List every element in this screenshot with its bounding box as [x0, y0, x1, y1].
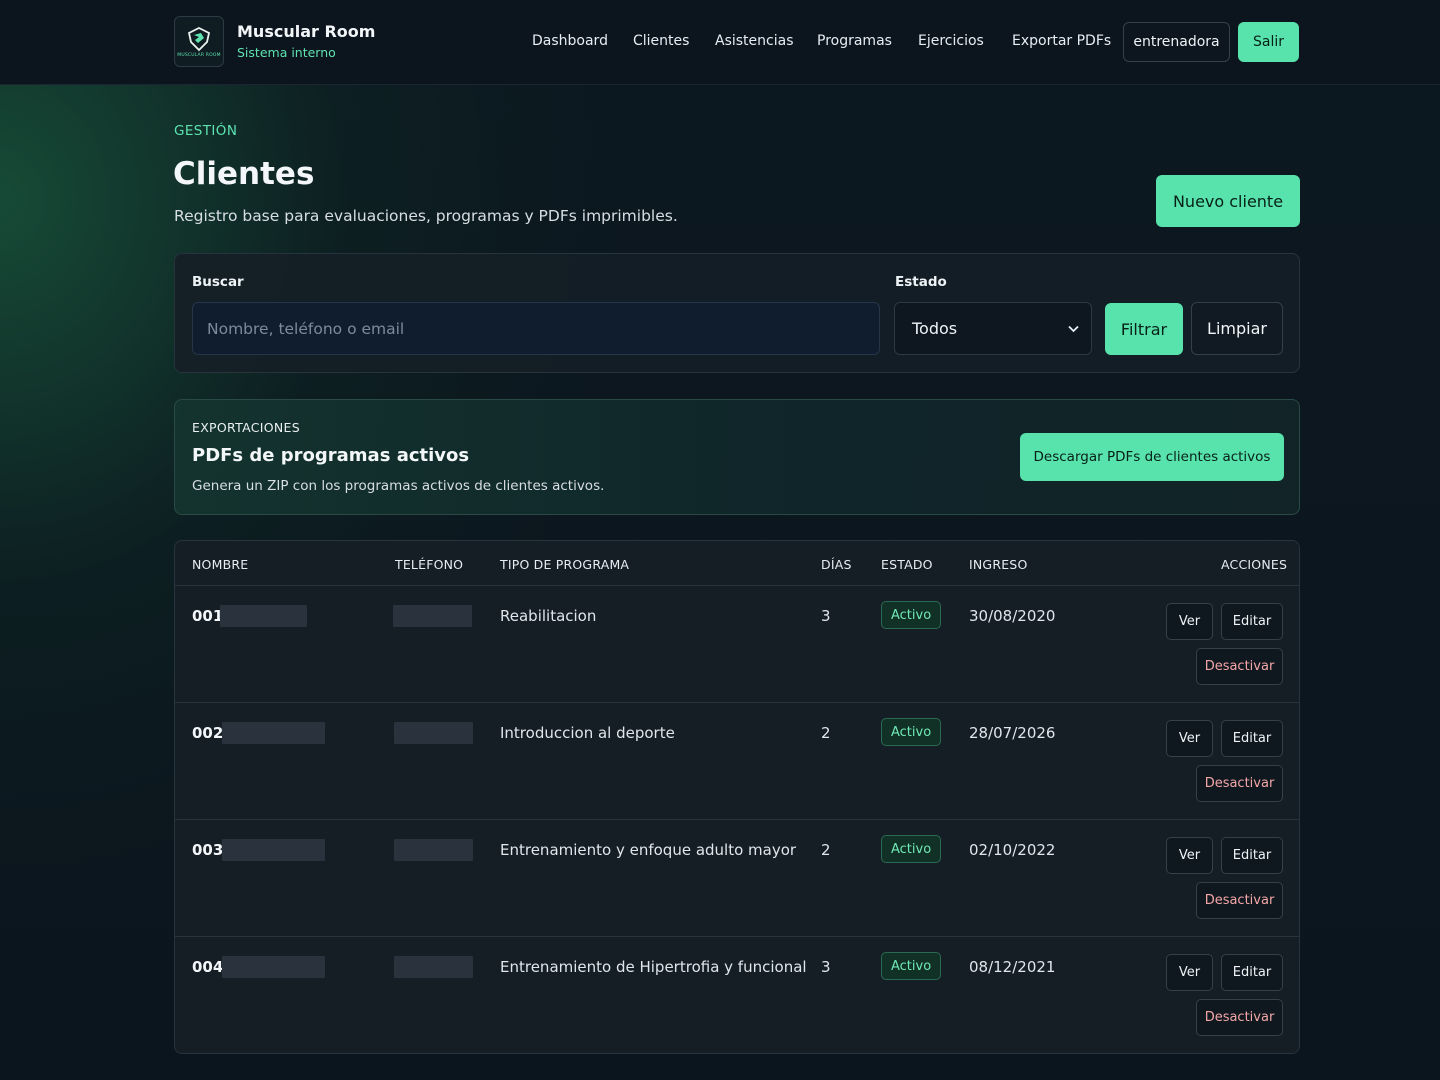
status-select-value: Todos: [912, 319, 958, 338]
export-card: EXPORTACIONES PDFs de programas activos …: [174, 399, 1300, 515]
page-title: Clientes: [173, 156, 315, 192]
export-eyebrow: EXPORTACIONES: [192, 420, 300, 435]
days: 3: [821, 607, 831, 625]
clear-button[interactable]: Limpiar: [1191, 302, 1283, 355]
status-label: Estado: [895, 274, 947, 290]
edit-button[interactable]: Editar: [1221, 837, 1283, 874]
top-navigation-bar: MUSCULAR ROOM Muscular Room Sistema inte…: [0, 0, 1440, 85]
download-pdfs-button[interactable]: Descargar PDFs de clientes activos: [1020, 433, 1284, 481]
clients-table: NOMBRE TELÉFONO TIPO DE PROGRAMA DÍAS ES…: [174, 540, 1300, 1054]
filter-button[interactable]: Filtrar: [1105, 303, 1183, 355]
filter-card: Buscar Nombre, teléfono o email Estado T…: [174, 253, 1300, 373]
status-badge: Activo: [881, 952, 942, 980]
client-id: 003: [192, 841, 224, 859]
redacted-name: [222, 956, 325, 978]
edit-button[interactable]: Editar: [1221, 954, 1283, 991]
search-label: Buscar: [192, 274, 244, 290]
th-estado: ESTADO: [881, 557, 933, 572]
client-id: 004: [192, 958, 224, 976]
redacted-phone: [393, 605, 472, 627]
redacted-name: [222, 722, 325, 744]
deactivate-button[interactable]: Desactivar: [1196, 999, 1283, 1036]
redacted-phone: [394, 956, 473, 978]
logout-button[interactable]: Salir: [1238, 22, 1299, 62]
th-ingreso: INGRESO: [969, 557, 1028, 572]
redacted-name: [220, 605, 307, 627]
nav-link-asistencias[interactable]: Asistencias: [715, 33, 794, 49]
deactivate-button[interactable]: Desactivar: [1196, 765, 1283, 802]
program-type: Reabilitacion: [500, 607, 597, 625]
table-row: 002 Introduccion al deporte 2 Activo 28/…: [175, 703, 1299, 820]
th-dias: DÍAS: [821, 557, 852, 572]
program-type: Introduccion al deporte: [500, 724, 675, 742]
deactivate-button[interactable]: Desactivar: [1196, 648, 1283, 685]
nav-link-dashboard[interactable]: Dashboard: [532, 33, 608, 49]
edit-button[interactable]: Editar: [1221, 603, 1283, 640]
nav-link-programas[interactable]: Programas: [817, 33, 892, 49]
th-acciones: ACCIONES: [1221, 557, 1288, 572]
user-button[interactable]: entrenadora: [1123, 22, 1230, 62]
join-date: 02/10/2022: [969, 841, 1056, 859]
table-row: 004 Entrenamiento de Hipertrofia y funci…: [175, 937, 1299, 1054]
main-content: GESTIÓN Clientes Registro base para eval…: [0, 0, 1440, 1080]
status-badge: Activo: [881, 835, 942, 863]
table-row: 001 Reabilitacion 3 Activo 30/08/2020 Ve…: [175, 586, 1299, 703]
program-type: Entrenamiento de Hipertrofia y funcional: [500, 958, 807, 976]
nav-link-ejercicios[interactable]: Ejercicios: [918, 33, 984, 49]
page-description: Registro base para evaluaciones, program…: [174, 207, 678, 225]
nav-link-exportar-pdfs[interactable]: Exportar PDFs: [1012, 33, 1111, 49]
days: 2: [821, 724, 831, 742]
status-badge: Activo: [881, 718, 942, 746]
edit-button[interactable]: Editar: [1221, 720, 1283, 757]
redacted-phone: [394, 722, 473, 744]
th-telefono: TELÉFONO: [395, 557, 464, 572]
export-description: Genera un ZIP con los programas activos …: [192, 478, 605, 494]
client-id: 001: [192, 607, 224, 625]
status-select[interactable]: Todos: [894, 302, 1092, 355]
join-date: 28/07/2026: [969, 724, 1056, 742]
days: 3: [821, 958, 831, 976]
chevron-down-icon: [1068, 325, 1079, 333]
program-type: Entrenamiento y enfoque adulto mayor: [500, 841, 797, 859]
new-client-button[interactable]: Nuevo cliente: [1156, 175, 1300, 227]
view-button[interactable]: Ver: [1166, 720, 1213, 757]
client-id: 002: [192, 724, 224, 742]
main-nav: Dashboard Clientes Asistencias Programas…: [0, 22, 1440, 62]
deactivate-button[interactable]: Desactivar: [1196, 882, 1283, 919]
export-title: PDFs de programas activos: [192, 445, 470, 466]
section-eyebrow: GESTIÓN: [174, 123, 238, 139]
join-date: 30/08/2020: [969, 607, 1056, 625]
th-tipo-programa: TIPO DE PROGRAMA: [500, 557, 630, 572]
view-button[interactable]: Ver: [1166, 837, 1213, 874]
th-nombre: NOMBRE: [192, 557, 249, 572]
status-badge: Activo: [881, 601, 942, 629]
redacted-name: [222, 839, 325, 861]
join-date: 08/12/2021: [969, 958, 1056, 976]
view-button[interactable]: Ver: [1166, 954, 1213, 991]
search-placeholder: Nombre, teléfono o email: [207, 319, 405, 338]
search-input[interactable]: Nombre, teléfono o email: [192, 302, 880, 355]
redacted-phone: [394, 839, 473, 861]
table-row: 003 Entrenamiento y enfoque adulto mayor…: [175, 820, 1299, 937]
days: 2: [821, 841, 831, 859]
view-button[interactable]: Ver: [1166, 603, 1213, 640]
table-header: NOMBRE TELÉFONO TIPO DE PROGRAMA DÍAS ES…: [175, 541, 1299, 586]
nav-link-clientes[interactable]: Clientes: [633, 33, 689, 49]
